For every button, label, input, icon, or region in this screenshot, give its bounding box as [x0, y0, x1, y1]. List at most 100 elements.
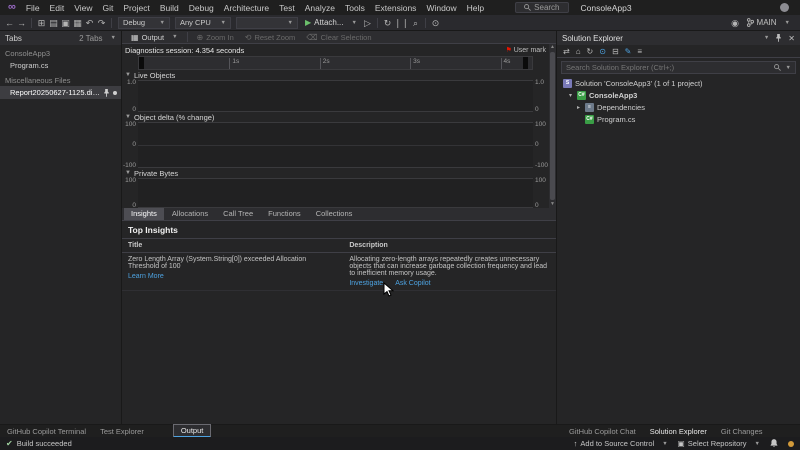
navigate-forward-icon[interactable]: → — [16, 16, 27, 30]
window-title: ConsoleApp3 — [581, 3, 632, 13]
find-in-files-icon[interactable]: ⌕ — [410, 16, 421, 30]
tree-node-program-cs[interactable]: C# Program.cs — [557, 113, 800, 125]
pin-icon[interactable] — [103, 89, 110, 97]
section-header-live-objects[interactable]: ▼ Live Objects — [122, 70, 549, 80]
menu-debug[interactable]: Debug — [184, 3, 219, 13]
output-view-button[interactable]: ▦ Output ▼ — [126, 33, 183, 42]
column-description[interactable]: Description — [343, 239, 556, 252]
solution-platform-dropdown[interactable]: Any CPU▼ — [175, 17, 231, 29]
clear-selection-button[interactable]: ⌫ Clear Selection — [301, 33, 376, 42]
scrollbar-thumb[interactable] — [550, 52, 555, 200]
menu-extensions[interactable]: Extensions — [370, 3, 422, 13]
open-file-icon[interactable]: ▤ — [48, 16, 59, 30]
save-all-icon[interactable]: ▦ — [72, 16, 83, 30]
menu-project[interactable]: Project — [118, 3, 154, 13]
expander-collapsed-icon[interactable]: ▸ — [575, 104, 582, 111]
home-icon[interactable]: ⌂ — [576, 47, 581, 56]
object-delta-chart[interactable]: 100 0 -100 100 0 -100 — [122, 122, 549, 168]
charts-vertical-scrollbar[interactable]: ▲ ▼ — [549, 44, 556, 208]
refresh-icon[interactable]: ↻ — [587, 47, 594, 56]
solution-explorer-search[interactable]: ▼ — [561, 61, 796, 74]
copilot-icon[interactable]: ◉ — [730, 16, 741, 30]
menu-test[interactable]: Test — [274, 3, 300, 13]
new-file-icon[interactable]: ⊞ — [36, 16, 47, 30]
search-input[interactable] — [566, 63, 774, 72]
properties-icon[interactable]: ≡ — [637, 47, 642, 56]
tab-item-program-cs[interactable]: Program.cs — [0, 59, 121, 72]
chevron-down-icon[interactable]: ▼ — [111, 35, 116, 41]
chevron-down-icon[interactable]: ▼ — [786, 65, 791, 71]
menu-edit[interactable]: Edit — [45, 3, 70, 13]
tab-item-diagsession[interactable]: Report20250627-1125.diagsession — [0, 86, 121, 99]
break-all-icon[interactable]: ❘❘ — [394, 16, 409, 30]
add-to-source-control-button[interactable]: ↑ Add to Source Control ▼ — [574, 439, 668, 448]
tree-node-solution[interactable]: S Solution 'ConsoleApp3' (1 of 1 project… — [557, 77, 800, 89]
tab-functions[interactable]: Functions — [261, 207, 308, 220]
navigate-backward-icon[interactable]: ← — [4, 16, 15, 30]
startup-project-dropdown[interactable]: ▼ — [236, 17, 298, 29]
sync-with-active-document-icon[interactable]: ⊙ — [599, 47, 606, 56]
column-title[interactable]: Title — [122, 239, 343, 252]
start-without-debugging-icon[interactable]: ▷ — [362, 16, 373, 30]
menu-file[interactable]: File — [21, 3, 45, 13]
reset-zoom-button[interactable]: ⟲ Reset Zoom — [240, 33, 301, 42]
timeline-range-handle-left[interactable] — [139, 57, 144, 69]
redo-icon[interactable]: ↷ — [96, 16, 107, 30]
zoom-in-button[interactable]: ⊕ Zoom In — [192, 33, 239, 42]
show-all-files-icon[interactable]: ✎ — [625, 47, 632, 56]
tab-github-copilot-terminal[interactable]: GitHub Copilot Terminal — [0, 426, 93, 437]
active-document-dot-icon[interactable] — [113, 91, 117, 95]
window-position-icon[interactable]: ▼ — [764, 35, 769, 41]
save-icon[interactable]: ▣ — [60, 16, 71, 30]
ask-copilot-link[interactable]: Ask Copilot — [395, 280, 430, 287]
tree-node-dependencies[interactable]: ▸ ≡ Dependencies — [557, 101, 800, 113]
live-objects-chart[interactable]: 1.0 0 1.0 0 — [122, 80, 549, 112]
scroll-down-icon[interactable]: ▼ — [550, 201, 555, 208]
hot-reload-icon[interactable]: ↻ — [382, 16, 393, 30]
menu-architecture[interactable]: Architecture — [219, 3, 274, 13]
menu-window[interactable]: Window — [421, 3, 461, 13]
tab-call-tree[interactable]: Call Tree — [216, 207, 260, 220]
insight-row[interactable]: Zero Length Array (System.String[0]) exc… — [122, 253, 556, 291]
menu-tools[interactable]: Tools — [340, 3, 370, 13]
solution-configuration-dropdown[interactable]: Debug▼ — [118, 17, 170, 29]
switch-views-icon[interactable]: ⇄ — [563, 47, 570, 56]
close-icon[interactable]: ✕ — [788, 34, 795, 43]
tab-solution-explorer[interactable]: Solution Explorer — [643, 426, 714, 437]
investigate-link[interactable]: Investigate — [349, 280, 383, 287]
timeline-range-handle-right[interactable] — [523, 57, 528, 69]
timeline-ruler[interactable]: 1s 2s 3s 4s — [122, 56, 549, 70]
menu-view[interactable]: View — [69, 3, 97, 13]
select-repository-button[interactable]: ▣ Select Repository ▼ — [678, 439, 760, 448]
expander-expanded-icon[interactable]: ▾ — [567, 92, 574, 99]
attach-button[interactable]: ▶ Attach... ▼ — [301, 18, 361, 27]
account-icon[interactable] — [780, 3, 789, 12]
section-header-object-delta[interactable]: ▼ Object delta (% change) — [122, 112, 549, 122]
section-header-private-bytes[interactable]: ▼ Private Bytes — [122, 168, 549, 178]
tab-collections[interactable]: Collections — [309, 207, 360, 220]
tab-test-explorer[interactable]: Test Explorer — [93, 426, 151, 437]
tab-output[interactable]: Output — [173, 424, 212, 438]
undo-icon[interactable]: ↶ — [84, 16, 95, 30]
pin-icon[interactable] — [775, 34, 782, 42]
notifications-bell-icon[interactable] — [770, 439, 778, 448]
global-search-box[interactable]: Search — [515, 2, 568, 13]
collapse-all-icon[interactable]: ⊟ — [612, 47, 619, 56]
git-branch-indicator[interactable]: MAIN ▼ — [747, 18, 790, 27]
learn-more-link[interactable]: Learn More — [128, 273, 164, 280]
menu-git[interactable]: Git — [97, 3, 118, 13]
menu-analyze[interactable]: Analyze — [300, 3, 340, 13]
tree-node-project[interactable]: ▾ C# ConsoleApp3 — [557, 89, 800, 101]
menu-build[interactable]: Build — [155, 3, 184, 13]
extension-icon[interactable]: ⊙ — [430, 16, 441, 30]
menu-help[interactable]: Help — [462, 3, 489, 13]
session-duration-label: Diagnostics session: 4.354 seconds — [125, 46, 244, 55]
tab-git-changes[interactable]: Git Changes — [714, 426, 770, 437]
tab-allocations[interactable]: Allocations — [165, 207, 215, 220]
tab-group-label: Miscellaneous Files — [0, 72, 121, 86]
feedback-icon[interactable] — [788, 441, 794, 447]
tab-insights[interactable]: Insights — [124, 207, 164, 220]
private-bytes-chart[interactable]: 100 0 100 0 — [122, 178, 549, 208]
scroll-up-icon[interactable]: ▲ — [550, 44, 555, 51]
tab-github-copilot-chat[interactable]: GitHub Copilot Chat — [562, 426, 643, 437]
